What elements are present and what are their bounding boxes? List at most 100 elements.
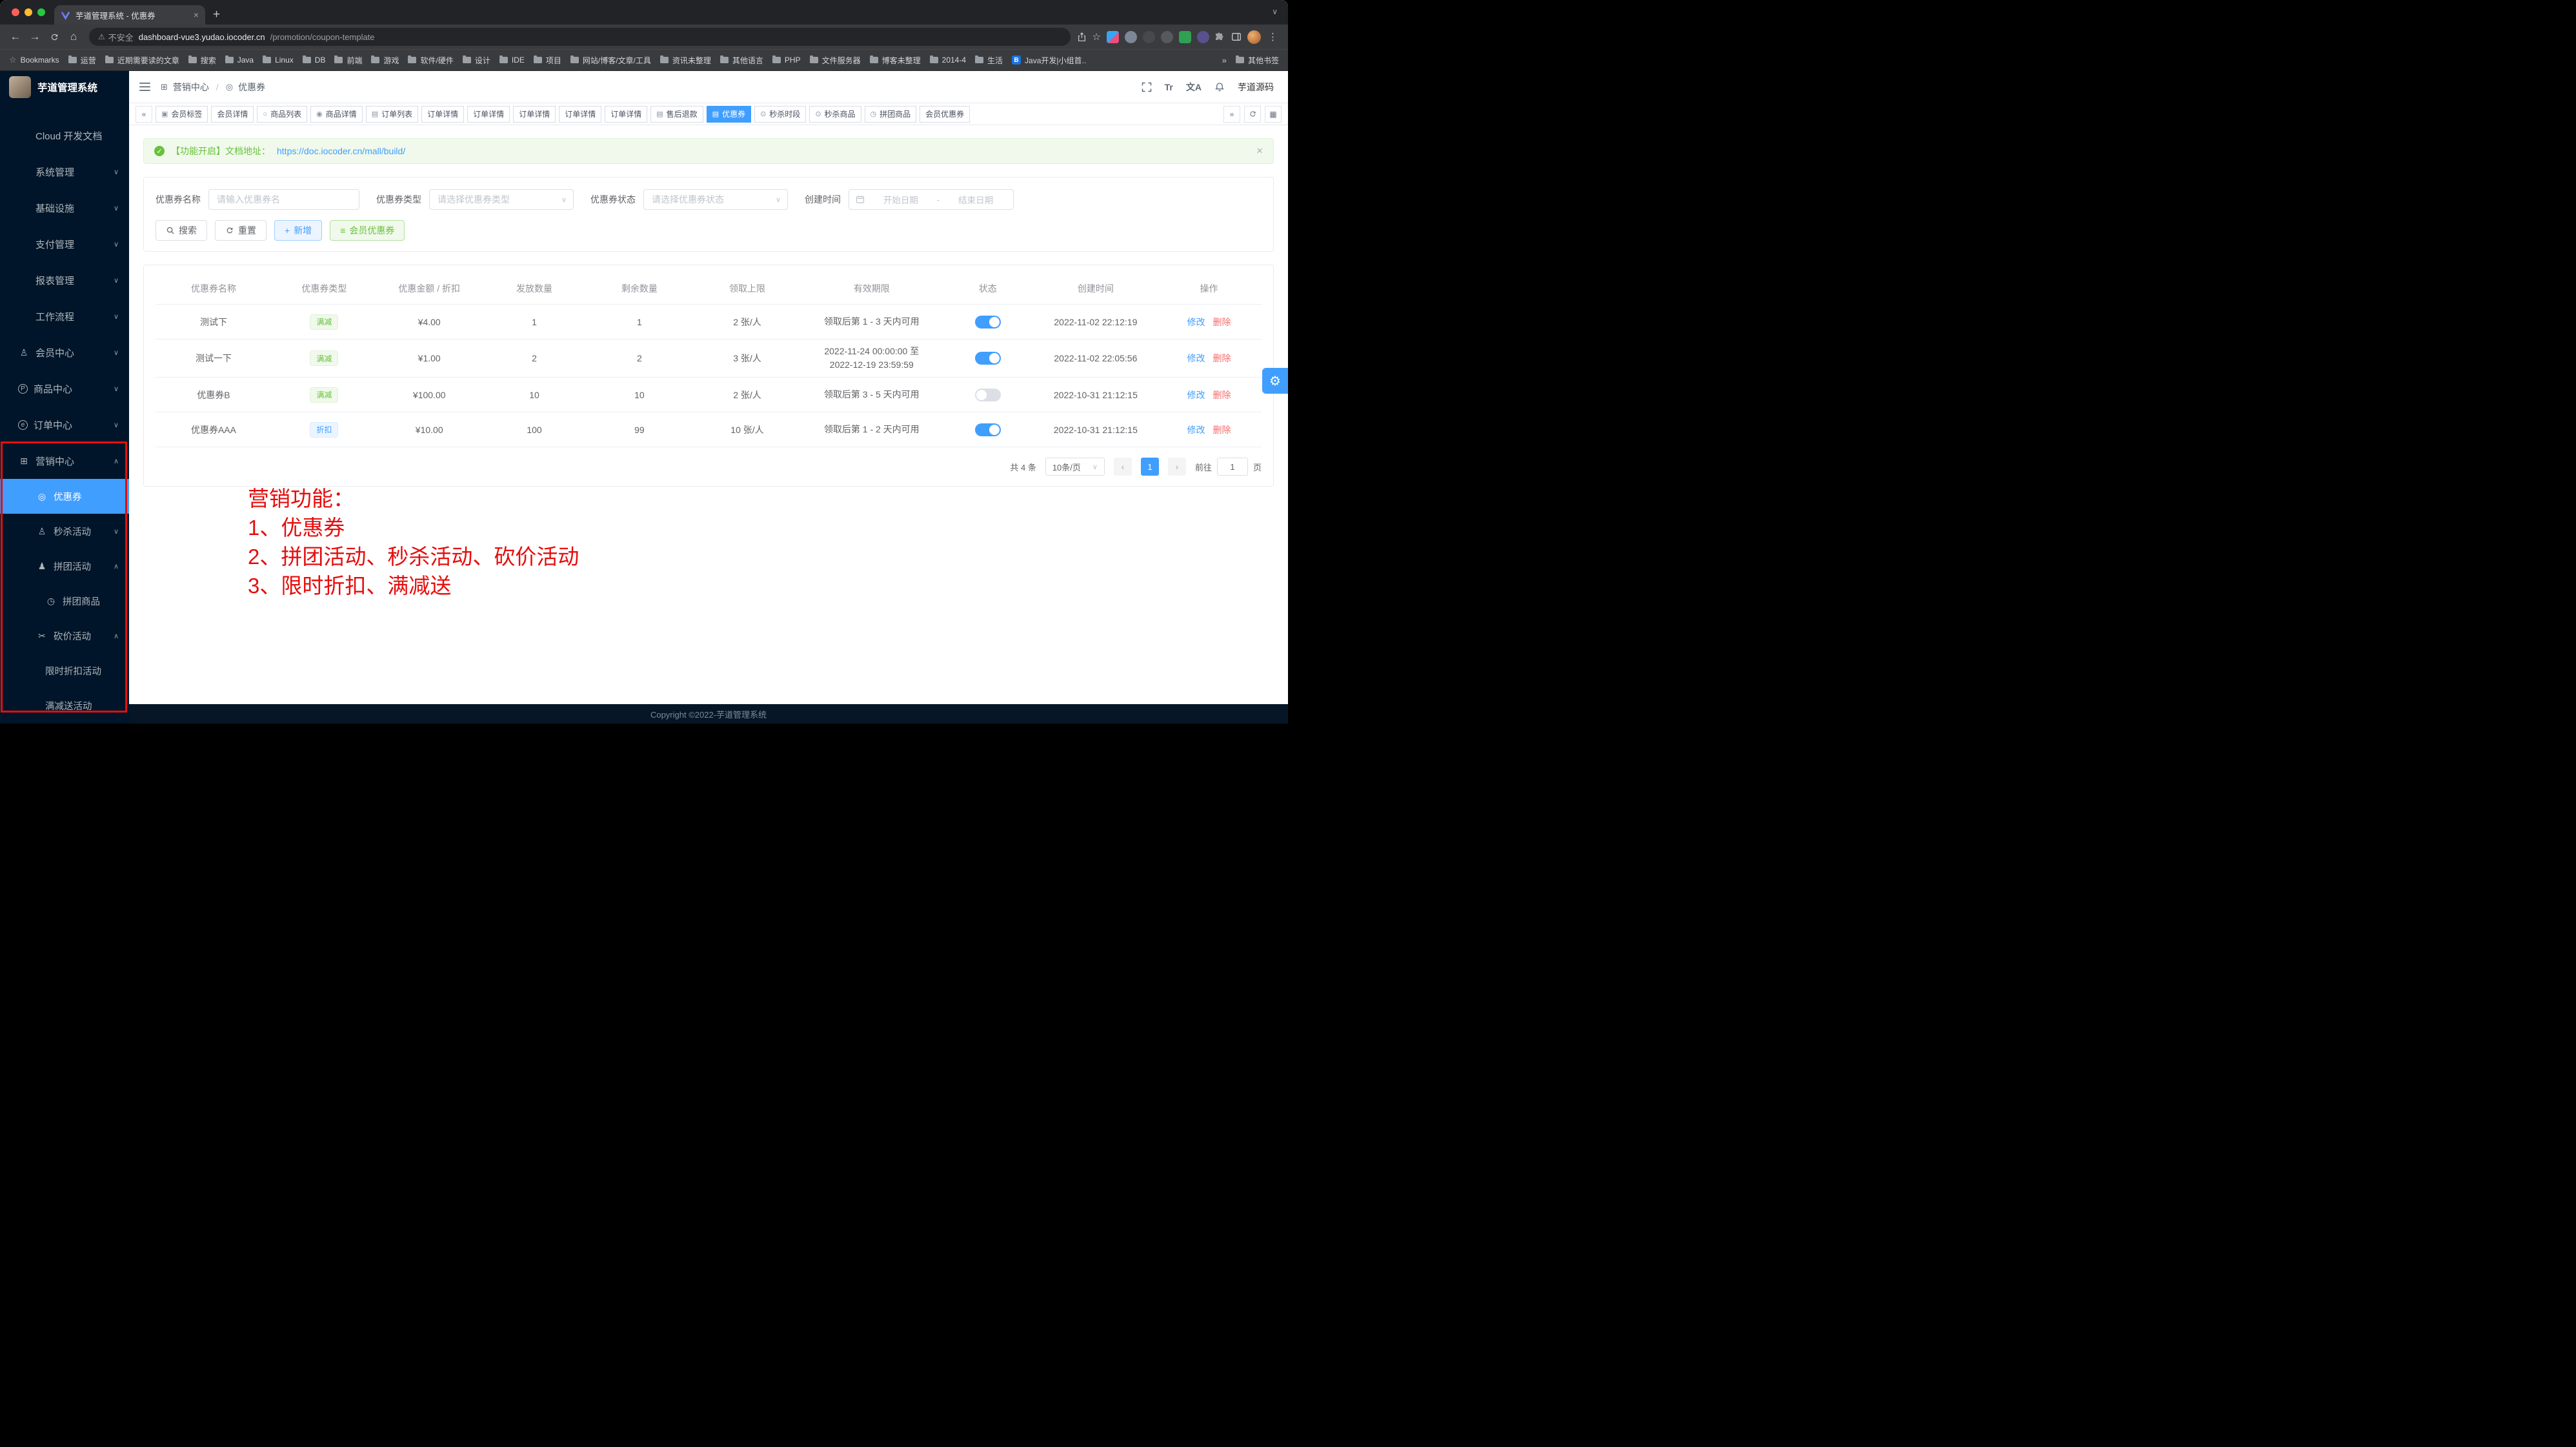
tag-tab[interactable]: ⊙ 秒杀商品 [809,106,861,123]
browser-menu-icon[interactable]: ⋮ [1267,31,1279,43]
sidebar-menu-item[interactable]: ◎ 优惠券 [0,479,129,514]
bookmark-item[interactable]: 生活 [975,55,1003,66]
close-window-button[interactable] [12,8,19,16]
edit-link[interactable]: 修改 [1187,316,1205,329]
search-button[interactable]: 搜索 [156,220,207,241]
edit-link[interactable]: 修改 [1187,352,1205,365]
sidebar-menu-item[interactable]: 限时折扣活动 [0,653,129,688]
tag-tab[interactable]: ◷ 拼团商品 [865,106,917,123]
bookmark-item[interactable]: 网站/博客/文章/工具 [570,55,651,66]
tag-tab[interactable]: ▤ 优惠券 [707,106,751,123]
tag-tab[interactable]: 会员优惠券 [920,106,970,123]
profile-avatar[interactable] [1247,30,1261,44]
bookmark-item[interactable]: 近期需要读的文章 [105,55,179,66]
coupon-status-select[interactable]: 请选择优惠券状态 ∨ [643,189,788,210]
sidebar-menu-item[interactable]: P 商品中心 ∨ [0,370,129,407]
other-bookmarks[interactable]: 其他书签 [1236,55,1279,66]
url-bar[interactable]: ⚠ 不安全 dashboard-vue3.yudao.iocoder.cn/pr… [89,28,1071,46]
tags-refresh-icon[interactable] [1244,106,1261,123]
tag-tab[interactable]: 订单详情 [605,106,647,123]
bookmark-star-icon[interactable]: ☆ [1092,31,1101,43]
tags-scroll-left-icon[interactable]: « [136,106,152,123]
home-icon[interactable]: ⌂ [65,28,83,46]
side-panel-icon[interactable] [1231,32,1242,42]
edit-link[interactable]: 修改 [1187,389,1205,401]
tab-search-icon[interactable]: ∨ [1272,7,1278,16]
bookmarks-overflow-icon[interactable]: » [1222,56,1227,65]
sidebar-menu-item[interactable]: ♟ 拼团活动 ∧ [0,549,129,583]
minimize-window-button[interactable] [25,8,32,16]
delete-link[interactable]: 删除 [1213,316,1231,329]
sidebar-menu-item[interactable]: ◷ 拼团商品 [0,583,129,618]
next-page-icon[interactable]: › [1168,458,1186,476]
bookmark-item[interactable]: 游戏 [371,55,399,66]
extension-icon[interactable] [1125,31,1137,43]
current-page-button[interactable]: 1 [1141,458,1159,476]
sidebar-menu-item[interactable]: 系统管理 ∨ [0,154,129,190]
bookmark-item[interactable]: 项目 [534,55,561,66]
date-range-picker[interactable]: 开始日期 - 结束日期 [849,189,1014,210]
banner-close-icon[interactable]: × [1256,145,1263,157]
language-icon[interactable]: 文A [1186,81,1202,94]
sidebar-menu-item[interactable]: ♙ 会员中心 ∨ [0,334,129,370]
sidebar-menu-item[interactable]: Cloud 开发文档 [0,117,129,154]
tag-tab[interactable]: 订单详情 [421,106,464,123]
tag-tab[interactable]: ▣ 会员标签 [156,106,208,123]
bookmark-item[interactable]: PHP [772,56,801,65]
status-toggle[interactable] [975,423,1001,436]
status-toggle[interactable] [975,389,1001,401]
font-size-icon[interactable]: Tr [1165,82,1173,92]
breadcrumb-marketing[interactable]: 营销中心 [173,81,209,94]
user-name[interactable]: 芋道源码 [1238,81,1274,94]
bookmark-item[interactable]: 前端 [334,55,362,66]
tag-tab[interactable]: ◉ 商品详情 [310,106,363,123]
bookmark-item[interactable]: B Java开发|小组首.. [1012,55,1086,66]
fullscreen-icon[interactable] [1142,82,1152,92]
add-button[interactable]: + 新增 [274,220,322,241]
tag-tab[interactable]: ▤ 订单列表 [366,106,418,123]
security-status[interactable]: ⚠ 不安全 [98,31,134,43]
tag-tab[interactable]: 订单详情 [467,106,510,123]
bookmark-item[interactable]: 设计 [463,55,490,66]
extension-icon[interactable] [1143,31,1155,43]
bookmark-item[interactable]: Linux [263,56,294,65]
sidebar-menu-item[interactable]: 基础设施 ∨ [0,190,129,226]
tab-close-icon[interactable]: × [194,10,199,20]
delete-link[interactable]: 删除 [1213,389,1231,401]
sidebar-menu-item[interactable]: 报表管理 ∨ [0,262,129,298]
back-icon[interactable]: ← [6,28,25,46]
bookmark-item[interactable]: 资讯未整理 [660,55,711,66]
bookmark-item[interactable]: 2014-4 [930,56,966,65]
bookmark-item[interactable]: 其他语言 [720,55,763,66]
browser-tab[interactable]: 芋道管理系统 - 优惠券 × [54,5,205,25]
tag-tab[interactable]: ▤ 售后退款 [650,106,703,123]
maximize-window-button[interactable] [37,8,45,16]
sidebar-menu-item[interactable]: ⊞ 营销中心 ∧ [0,443,129,479]
bookmark-item[interactable]: 运营 [68,55,96,66]
coupon-name-input[interactable] [208,189,359,210]
status-toggle[interactable] [975,316,1001,329]
bookmark-item[interactable]: Java [225,56,254,65]
bookmark-item[interactable]: DB [303,56,326,65]
tag-tab[interactable]: ○ 商品列表 [257,106,307,123]
tag-tab[interactable]: 订单详情 [559,106,601,123]
prev-page-icon[interactable]: ‹ [1114,458,1132,476]
status-toggle[interactable] [975,352,1001,365]
tag-tab[interactable]: 会员详情 [211,106,254,123]
sidebar-menu-item[interactable]: 支付管理 ∨ [0,226,129,262]
extension-icon[interactable] [1161,31,1173,43]
bookmark-item[interactable]: 搜索 [188,55,216,66]
settings-fab[interactable]: ⚙ [1262,368,1288,394]
layout-grid-icon[interactable]: ▦ [1265,106,1282,123]
bookmark-item[interactable]: 文件服务器 [810,55,861,66]
reset-button[interactable]: 重置 [215,220,267,241]
delete-link[interactable]: 删除 [1213,352,1231,365]
extension-icon[interactable] [1179,31,1191,43]
bell-icon[interactable] [1214,82,1225,92]
bookmark-item[interactable]: IDE [499,56,525,65]
sidebar-menu-item[interactable]: 工作流程 ∨ [0,298,129,334]
sidebar-menu-item[interactable]: ✂ 砍价活动 ∧ [0,618,129,653]
page-size-select[interactable]: 10条/页 ∨ [1045,458,1105,476]
tag-tab[interactable]: ⊙ 秒杀时段 [754,106,806,123]
sidebar-menu-item[interactable]: ♙ 秒杀活动 ∨ [0,514,129,549]
